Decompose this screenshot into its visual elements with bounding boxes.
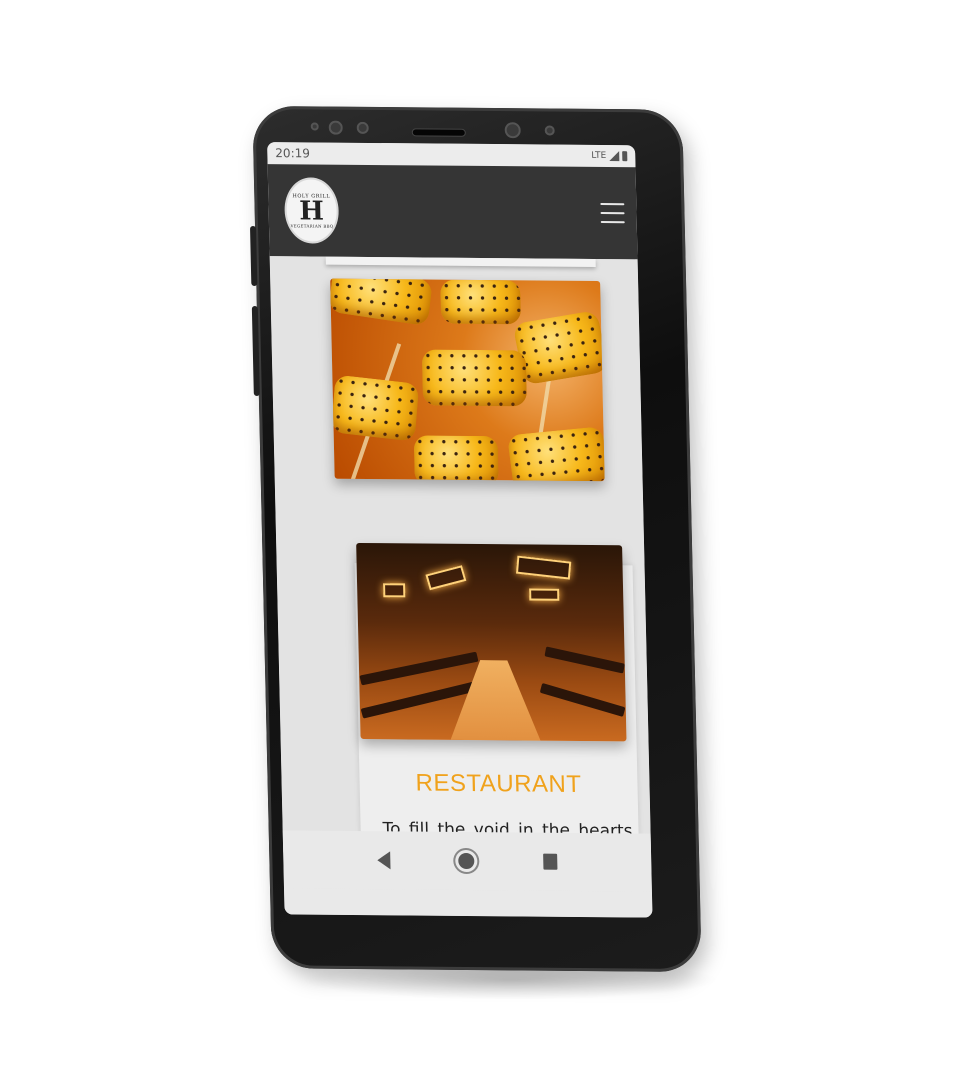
proximity-sensor-icon [356,121,369,134]
bixby-button [251,305,260,397]
menu-line [600,202,625,206]
battery-icon [622,151,628,162]
home-circle-icon[interactable] [458,852,475,870]
earpiece-speaker [412,129,465,136]
corn-cob [506,426,605,482]
hamburger-menu-icon[interactable] [600,202,625,224]
page-content[interactable]: RESTAURANT To fill the void in the heart… [269,256,652,856]
restaurant-interior-photo [356,542,627,742]
phone-device: 20:19 LTE HOLY GRILL H VEGETARIAN BBQ RE… [250,105,702,973]
logo-bottom-text: VEGETARIAN BBQ [290,222,334,229]
corn-cob [330,374,420,442]
status-time: 20:19 [275,146,311,161]
back-triangle-icon[interactable] [377,851,391,870]
corn-cob [421,349,527,407]
corn-cob [440,279,522,325]
front-camera-icon [504,122,521,139]
corn-cob [330,278,433,327]
iris-camera-icon [328,120,343,135]
corn-cob [413,435,499,482]
pendant-light [425,565,467,591]
pendant-light [529,588,560,601]
logo-letter: H [298,195,325,227]
volume-button [250,225,258,287]
status-bar: 20:19 LTE [267,142,636,168]
recent-apps-square-icon[interactable] [542,853,558,870]
mockup-stage: 20:19 LTE HOLY GRILL H VEGETARIAN BBQ RE… [0,0,960,1080]
signal-icon [609,151,620,162]
dining-table [544,646,625,674]
dining-table [359,651,479,686]
pendant-light [515,555,572,580]
app-header: HOLY GRILL H VEGETARIAN BBQ [267,164,638,260]
previous-card-edge [325,256,596,267]
dining-table [539,682,626,717]
sensor-icon [310,122,319,131]
restaurant-floor [449,660,541,741]
phone-screen: 20:19 LTE HOLY GRILL H VEGETARIAN BBQ RE… [267,142,653,918]
pendant-light [383,583,406,598]
menu-line [600,211,625,215]
menu-line [600,220,625,224]
grilled-corn-photo [330,278,605,482]
android-nav-bar [282,830,652,892]
status-indicators: LTE [591,150,628,162]
network-label: LTE [591,150,607,162]
iris-led-icon [544,125,555,136]
section-title: RESTAURANT [415,769,582,798]
holy-grill-logo[interactable]: HOLY GRILL H VEGETARIAN BBQ [283,177,340,244]
screen-chin [284,888,653,918]
